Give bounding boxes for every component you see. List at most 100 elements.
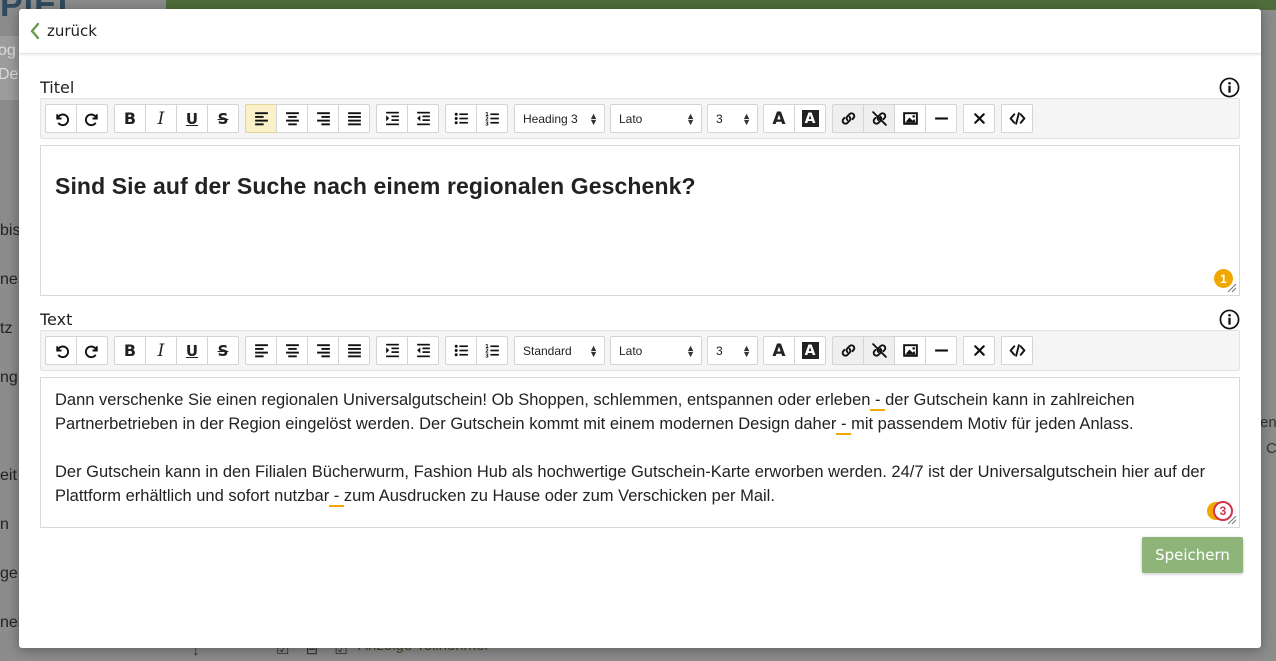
align-right-icon [316,112,330,126]
title-editor[interactable]: Sind Sie auf der Suche nach einem region… [40,145,1240,296]
select-arrows-icon: ▲ ▼ [589,110,598,127]
numbered-list-button[interactable]: 123 [476,104,508,133]
align-left-button[interactable] [245,336,277,365]
underline-icon: U [185,341,199,360]
back-button[interactable]: zurück [29,22,97,40]
outdent-button[interactable] [407,336,439,365]
clear-format-button[interactable] [963,104,995,133]
redo-button[interactable] [76,104,108,133]
unlink-icon [871,343,887,358]
bullet-list-button[interactable] [445,104,477,133]
format-select[interactable]: Standard ▲ ▼ [514,336,605,365]
text-paragraph: Dann verschenke Sie einen regionalen Uni… [55,388,1225,436]
back-label: zurück [47,22,97,40]
unlink-button[interactable] [863,336,895,365]
strikethrough-button[interactable]: S [207,336,239,365]
resize-handle-icon[interactable] [1226,282,1237,293]
info-icon[interactable] [1219,77,1240,98]
font-size-select[interactable]: 3 ▲ ▼ [707,104,758,133]
horizontal-rule-button[interactable] [925,336,957,365]
strikethrough-icon: S [217,341,229,360]
font-color-icon: A [772,108,786,129]
undo-button[interactable] [45,104,77,133]
text-paragraph: Der Gutschein kann in den Filialen Büche… [55,460,1225,508]
text-editor[interactable]: Dann verschenke Sie einen regionalen Uni… [40,377,1240,528]
indent-button[interactable] [376,336,408,365]
info-icon[interactable] [1219,309,1240,330]
italic-button[interactable]: I [145,104,177,133]
align-justify-button[interactable] [338,104,370,133]
indent-button[interactable] [376,104,408,133]
align-justify-button[interactable] [338,336,370,365]
font-family-select[interactable]: Lato ▲ ▼ [610,336,702,365]
background-color-button[interactable]: A [794,104,826,133]
spellcheck-marked-dash[interactable]: - [870,391,886,411]
align-justify-icon [347,344,361,358]
title-field-header: Titel [40,75,1240,99]
italic-button[interactable]: I [145,336,177,365]
undo-button[interactable] [45,336,77,365]
font-family-value: Lato [619,111,643,126]
align-right-button[interactable] [307,104,339,133]
underline-button[interactable]: U [176,104,208,133]
bold-button[interactable]: B [114,104,146,133]
numbered-list-button[interactable]: 123 [476,336,508,365]
code-view-button[interactable] [1001,336,1033,365]
underline-icon: U [185,109,199,128]
strikethrough-button[interactable]: S [207,104,239,133]
font-size-select[interactable]: 3 ▲ ▼ [707,336,758,365]
insert-image-button[interactable] [894,336,926,365]
select-arrows-icon: ▲ ▼ [742,110,751,127]
code-view-icon [1009,112,1025,125]
image-icon [902,344,918,357]
indent-icon [385,343,399,358]
align-center-button[interactable] [276,104,308,133]
insert-image-button[interactable] [894,104,926,133]
align-right-button[interactable] [307,336,339,365]
bullet-list-icon [454,112,468,125]
resize-handle-icon[interactable] [1226,514,1237,525]
text-run: zum Ausdrucken zu Hause oder zum Verschi… [343,487,775,505]
select-arrows-icon: ▲ ▼ [742,342,751,359]
font-color-icon: A [772,340,786,361]
underline-button[interactable]: U [176,336,208,365]
font-family-select[interactable]: Lato ▲ ▼ [610,104,702,133]
link-button[interactable] [832,104,864,133]
undo-icon [55,345,69,359]
spellcheck-marked-dash[interactable]: - [836,415,852,435]
unlink-button[interactable] [863,104,895,133]
link-button[interactable] [832,336,864,365]
clear-format-icon [973,345,985,356]
select-arrows-icon: ▲ ▼ [686,110,695,127]
font-color-button[interactable]: A [763,336,795,365]
italic-icon: I [157,108,165,129]
spellcheck-marked-dash[interactable]: - [329,487,344,507]
redo-button[interactable] [76,336,108,365]
title-field-label: Titel [40,77,75,97]
align-justify-icon [347,112,361,126]
align-left-icon [254,344,268,358]
background-color-icon: A [801,342,819,359]
align-center-button[interactable] [276,336,308,365]
outdent-button[interactable] [407,104,439,133]
code-view-button[interactable] [1001,104,1033,133]
svg-text:3: 3 [485,353,489,359]
background-side-label: ge [0,565,18,582]
clear-format-button[interactable] [963,336,995,365]
align-left-button[interactable] [245,104,277,133]
font-color-button[interactable]: A [763,104,795,133]
horizontal-rule-icon [934,117,948,120]
horizontal-rule-button[interactable] [925,104,957,133]
background-side-label: n [0,516,9,533]
save-button[interactable]: Speichern [1142,537,1243,573]
align-left-icon [254,112,268,126]
svg-text:3: 3 [485,121,489,127]
font-size-value: 3 [716,111,723,126]
bullet-list-button[interactable] [445,336,477,365]
chevron-left-icon [30,22,40,40]
format-select[interactable]: Heading 3 ▲ ▼ [514,104,605,133]
redo-icon [84,345,98,359]
background-color-button[interactable]: A [794,336,826,365]
strikethrough-icon: S [217,109,229,128]
bold-button[interactable]: B [114,336,146,365]
